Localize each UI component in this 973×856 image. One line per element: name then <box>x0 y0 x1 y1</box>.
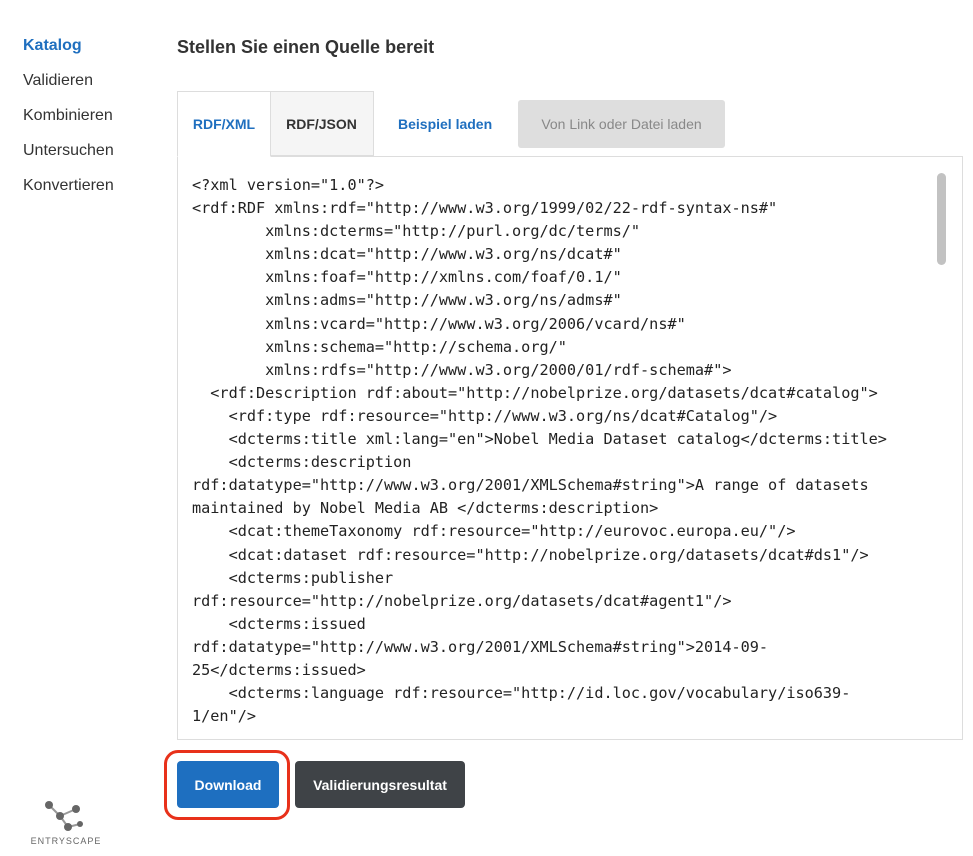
code-line: <rdf:Description rdf:about="http://nobel… <box>192 383 878 402</box>
sidebar-nav: Katalog Validieren Kombinieren Untersuch… <box>23 34 153 209</box>
load-from-link-or-file-button[interactable]: Von Link oder Datei laden <box>518 100 725 148</box>
code-line: rdf:resource="http://nobelprize.org/data… <box>192 591 732 610</box>
code-line: <dcterms:issued <box>192 614 366 633</box>
sidebar-item-untersuchen[interactable]: Untersuchen <box>23 139 153 174</box>
rdf-code-editor[interactable]: <?xml version="1.0"?> <rdf:RDF xmlns:rdf=… <box>177 156 963 740</box>
code-line: xmlns:dcat="http://www.w3.org/ns/dcat#" <box>192 245 622 264</box>
code-line: xmlns:adms="http://www.w3.org/ns/adms#" <box>192 291 622 310</box>
sidebar-item-validieren[interactable]: Validieren <box>23 69 153 104</box>
code-line: <dcterms:publisher <box>192 568 394 587</box>
code-line: xmlns:dcterms="http://purl.org/dc/terms/… <box>192 222 641 241</box>
validation-result-button[interactable]: Validierungsresultat <box>295 761 465 808</box>
code-line: 1/en"/> <box>192 707 257 726</box>
code-line: <rdf:RDF xmlns:rdf="http://www.w3.org/19… <box>192 199 778 218</box>
code-content[interactable]: <?xml version="1.0"?> <rdf:RDF xmlns:rdf=… <box>192 174 932 728</box>
download-button[interactable]: Download <box>177 761 279 808</box>
code-line: <?xml version="1.0"?> <box>192 176 385 194</box>
sidebar-item-katalog[interactable]: Katalog <box>23 34 153 69</box>
tab-rdf-xml[interactable]: RDF/XML <box>177 91 271 157</box>
logo-text: ENTRYSCAPE <box>30 836 102 846</box>
code-line: 25</dcterms:issued> <box>192 660 366 679</box>
tab-rdf-json[interactable]: RDF/JSON <box>270 91 374 156</box>
code-line: <dcterms:language rdf:resource="http://i… <box>192 684 851 703</box>
sidebar-item-kombinieren[interactable]: Kombinieren <box>23 104 153 139</box>
editor-scrollbar[interactable] <box>937 173 946 723</box>
code-line: xmlns:vcard="http://www.w3.org/2006/vcar… <box>192 314 686 333</box>
code-line: xmlns:schema="http://schema.org/" <box>192 337 567 356</box>
code-line: rdf:datatype="http://www.w3.org/2001/XML… <box>192 476 869 495</box>
code-line: rdf:datatype="http://www.w3.org/2001/XML… <box>192 637 769 656</box>
code-line: <dcterms:title xml:lang="en">Nobel Media… <box>192 430 887 449</box>
code-line: <rdf:type rdf:resource="http://www.w3.or… <box>192 406 778 425</box>
code-line: <dcterms:description <box>192 453 412 472</box>
entryscape-logo-icon <box>45 801 83 831</box>
code-line: xmlns:foaf="http://xmlns.com/foaf/0.1/" <box>192 268 622 287</box>
code-line: xmlns:rdfs="http://www.w3.org/2000/01/rd… <box>192 360 732 379</box>
code-line: <dcat:themeTaxonomy rdf:resource="http:/… <box>192 522 796 541</box>
load-example-link[interactable]: Beispiel laden <box>398 91 492 157</box>
code-line: <dcat:dataset rdf:resource="http://nobel… <box>192 545 869 564</box>
entryscape-logo: ENTRYSCAPE <box>28 800 104 846</box>
code-line: maintained by Nobel Media AB </dcterms:d… <box>192 499 659 518</box>
page-title: Stellen Sie einen Quelle bereit <box>177 37 435 57</box>
sidebar-item-konvertieren[interactable]: Konvertieren <box>23 174 153 209</box>
editor-scrollbar-thumb[interactable] <box>937 173 946 265</box>
